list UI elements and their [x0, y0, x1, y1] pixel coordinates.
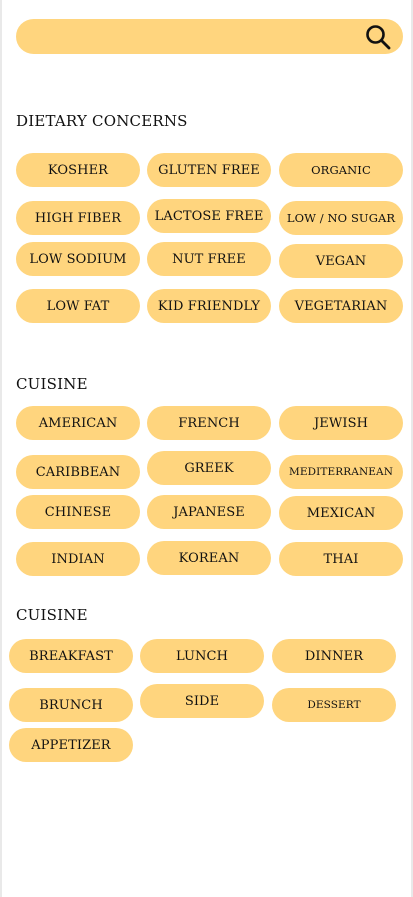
- section-heading-cuisine: CUISINE: [16, 375, 88, 393]
- search-icon[interactable]: [365, 24, 391, 50]
- chip-breakfast[interactable]: BREAKFAST: [9, 639, 133, 673]
- section-heading-meal: CUISINE: [16, 606, 88, 624]
- search-bar[interactable]: [16, 19, 403, 56]
- chip-kosher[interactable]: KOSHER: [16, 153, 140, 187]
- chip-mexican[interactable]: MEXICAN: [279, 496, 403, 530]
- chip-appetizer[interactable]: APPETIZER: [9, 728, 133, 762]
- chip-nut-free[interactable]: NUT FREE: [147, 242, 271, 276]
- chip-vegetarian[interactable]: VEGETARIAN: [279, 289, 403, 323]
- chip-jewish[interactable]: JEWISH: [279, 406, 403, 440]
- chip-american[interactable]: AMERICAN: [16, 406, 140, 440]
- chip-dinner[interactable]: DINNER: [272, 639, 396, 673]
- left-border: [0, 0, 2, 897]
- chip-gluten-free[interactable]: GLUTEN FREE: [147, 153, 271, 187]
- chip-brunch[interactable]: BRUNCH: [9, 688, 133, 722]
- chip-french[interactable]: FRENCH: [147, 406, 271, 440]
- chip-low-sodium[interactable]: LOW SODIUM: [16, 242, 140, 276]
- chip-lunch[interactable]: LUNCH: [140, 639, 264, 673]
- chip-low-fat[interactable]: LOW FAT: [16, 289, 140, 323]
- chip-high-fiber[interactable]: HIGH FIBER: [16, 201, 140, 235]
- chip-lactose-free[interactable]: LACTOSE FREE: [147, 199, 271, 233]
- chip-side[interactable]: SIDE: [140, 684, 264, 718]
- chip-thai[interactable]: THAI: [279, 542, 403, 576]
- section-heading-dietary: DIETARY CONCERNS: [16, 112, 188, 130]
- chip-vegan[interactable]: VEGAN: [279, 244, 403, 278]
- chip-kid-friendly[interactable]: KID FRIENDLY: [147, 289, 271, 323]
- chip-greek[interactable]: GREEK: [147, 451, 271, 485]
- chip-low-no-sugar[interactable]: LOW / NO SUGAR: [279, 201, 403, 235]
- chip-korean[interactable]: KOREAN: [147, 541, 271, 575]
- chip-indian[interactable]: INDIAN: [16, 542, 140, 576]
- chip-caribbean[interactable]: CARIBBEAN: [16, 455, 140, 489]
- search-input[interactable]: [30, 19, 364, 56]
- chip-japanese[interactable]: JAPANESE: [147, 495, 271, 529]
- chip-chinese[interactable]: CHINESE: [16, 495, 140, 529]
- chip-mediterranean[interactable]: MEDITERRANEAN: [279, 455, 403, 489]
- chip-dessert[interactable]: DESSERT: [272, 688, 396, 722]
- chip-organic[interactable]: ORGANIC: [279, 153, 403, 187]
